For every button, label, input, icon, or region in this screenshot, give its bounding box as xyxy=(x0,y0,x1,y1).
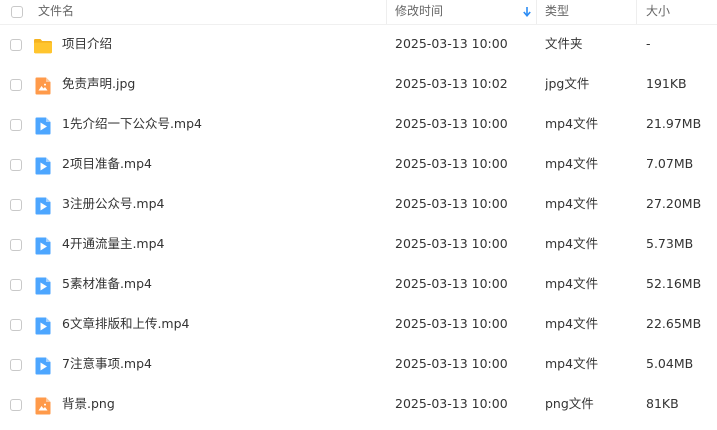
file-size: 52.16MB xyxy=(646,276,702,291)
file-row[interactable]: 项目介绍 2025-03-13 10:00 文件夹 - xyxy=(0,24,717,64)
column-divider[interactable] xyxy=(636,0,637,24)
file-name[interactable]: 6文章排版和上传.mp4 xyxy=(62,304,382,344)
file-row[interactable]: 4开通流量主.mp4 2025-03-13 10:00 mp4文件 5.73MB xyxy=(0,224,717,264)
column-header-type[interactable]: 类型 xyxy=(545,0,635,24)
file-row[interactable]: 3注册公众号.mp4 2025-03-13 10:00 mp4文件 27.20MB xyxy=(0,184,717,224)
file-type: mp4文件 xyxy=(545,316,599,331)
file-type: png文件 xyxy=(545,396,594,411)
row-checkbox[interactable] xyxy=(10,39,22,51)
file-name[interactable]: 1先介绍一下公众号.mp4 xyxy=(62,104,382,144)
file-size: 27.20MB xyxy=(646,196,702,211)
row-checkbox[interactable] xyxy=(10,359,22,371)
video-file-icon xyxy=(33,316,53,336)
file-name[interactable]: 3注册公众号.mp4 xyxy=(62,184,382,224)
file-row[interactable]: 1先介绍一下公众号.mp4 2025-03-13 10:00 mp4文件 21.97M… xyxy=(0,104,717,144)
file-name[interactable]: 7注意事项.mp4 xyxy=(62,344,382,384)
file-type: mp4文件 xyxy=(545,356,599,371)
file-row[interactable]: 2项目准备.mp4 2025-03-13 10:00 mp4文件 7.07MB xyxy=(0,144,717,184)
file-list: 文件名 修改时间 类型 大小 项目介绍 2025-03-13 10:00 文件夹 - … xyxy=(0,0,717,430)
file-size: 21.97MB xyxy=(646,116,702,131)
file-list-header: 文件名 修改时间 类型 大小 xyxy=(0,0,717,25)
file-name[interactable]: 5素材准备.mp4 xyxy=(62,264,382,304)
select-all-checkbox[interactable] xyxy=(11,6,23,18)
file-modified-time: 2025-03-13 10:00 xyxy=(395,276,508,291)
file-type: jpg文件 xyxy=(545,76,590,91)
folder-icon xyxy=(33,36,53,56)
video-file-icon xyxy=(33,116,53,136)
row-checkbox[interactable] xyxy=(10,199,22,211)
file-type: 文件夹 xyxy=(545,36,583,51)
row-checkbox[interactable] xyxy=(10,119,22,131)
video-file-icon xyxy=(33,196,53,216)
row-checkbox[interactable] xyxy=(10,79,22,91)
file-modified-time: 2025-03-13 10:00 xyxy=(395,36,508,51)
image-file-icon xyxy=(33,396,53,416)
file-type: mp4文件 xyxy=(545,236,599,251)
file-row[interactable]: 6文章排版和上传.mp4 2025-03-13 10:00 mp4文件 22.65MB xyxy=(0,304,717,344)
file-size: 5.04MB xyxy=(646,356,694,371)
file-row[interactable]: 免责声明.jpg 2025-03-13 10:02 jpg文件 191KB xyxy=(0,64,717,104)
file-row[interactable]: 7注意事项.mp4 2025-03-13 10:00 mp4文件 5.04MB xyxy=(0,344,717,384)
file-modified-time: 2025-03-13 10:00 xyxy=(395,356,508,371)
column-divider[interactable] xyxy=(386,0,387,24)
file-modified-time: 2025-03-13 10:00 xyxy=(395,196,508,211)
video-file-icon xyxy=(33,236,53,256)
column-header-size[interactable]: 大小 xyxy=(646,0,716,24)
file-row[interactable]: 5素材准备.mp4 2025-03-13 10:00 mp4文件 52.16MB xyxy=(0,264,717,304)
file-size: 5.73MB xyxy=(646,236,694,251)
file-name[interactable]: 2项目准备.mp4 xyxy=(62,144,382,184)
file-modified-time: 2025-03-13 10:00 xyxy=(395,316,508,331)
file-size: 81KB xyxy=(646,396,679,411)
file-rows: 项目介绍 2025-03-13 10:00 文件夹 - 免责声明.jpg 2025-03… xyxy=(0,24,717,424)
file-name[interactable]: 背景.png xyxy=(62,384,382,424)
file-modified-time: 2025-03-13 10:00 xyxy=(395,396,508,411)
file-name[interactable]: 项目介绍 xyxy=(62,24,382,64)
file-modified-time: 2025-03-13 10:00 xyxy=(395,116,508,131)
file-modified-time: 2025-03-13 10:00 xyxy=(395,236,508,251)
row-checkbox[interactable] xyxy=(10,159,22,171)
column-divider[interactable] xyxy=(536,0,537,24)
file-modified-time: 2025-03-13 10:02 xyxy=(395,76,508,91)
file-type: mp4文件 xyxy=(545,196,599,211)
sort-descending-icon[interactable] xyxy=(522,6,532,18)
file-type: mp4文件 xyxy=(545,116,599,131)
image-file-icon xyxy=(33,76,53,96)
file-size: 191KB xyxy=(646,76,687,91)
row-checkbox[interactable] xyxy=(10,319,22,331)
video-file-icon xyxy=(33,156,53,176)
column-header-name[interactable]: 文件名 xyxy=(38,0,384,24)
video-file-icon xyxy=(33,356,53,376)
file-row[interactable]: 背景.png 2025-03-13 10:00 png文件 81KB xyxy=(0,384,717,424)
file-name[interactable]: 4开通流量主.mp4 xyxy=(62,224,382,264)
file-type: mp4文件 xyxy=(545,156,599,171)
file-size: - xyxy=(646,36,651,51)
video-file-icon xyxy=(33,276,53,296)
file-name[interactable]: 免责声明.jpg xyxy=(62,64,382,104)
column-header-modified[interactable]: 修改时间 xyxy=(395,0,535,24)
file-modified-time: 2025-03-13 10:00 xyxy=(395,156,508,171)
row-checkbox[interactable] xyxy=(10,399,22,411)
file-size: 7.07MB xyxy=(646,156,694,171)
file-type: mp4文件 xyxy=(545,276,599,291)
file-size: 22.65MB xyxy=(646,316,702,331)
row-checkbox[interactable] xyxy=(10,239,22,251)
row-checkbox[interactable] xyxy=(10,279,22,291)
